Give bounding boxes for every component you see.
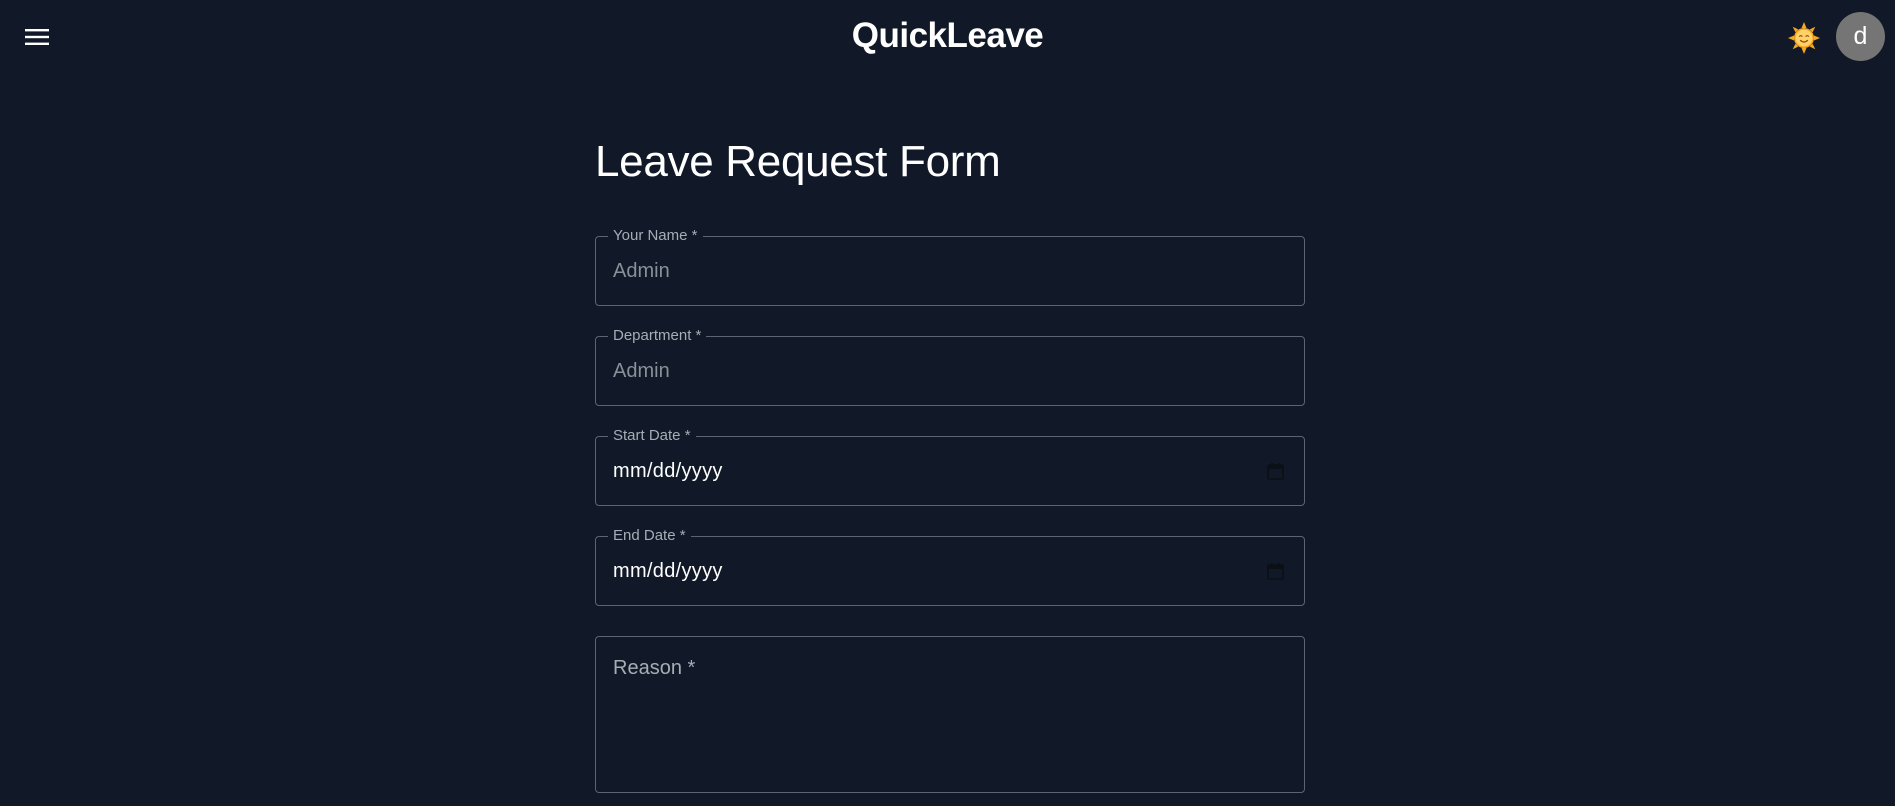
app-title: QuickLeave xyxy=(851,16,1044,55)
leave-request-form: Leave Request Form Your Name * Admin Dep… xyxy=(595,137,1305,793)
department-field[interactable]: Department * Admin xyxy=(595,327,1305,406)
start-date-field-value: mm/dd/yyyy xyxy=(613,460,723,482)
sun-face-icon xyxy=(1788,22,1820,54)
top-app-bar: QuickLeave d xyxy=(0,0,1895,74)
calendar-icon[interactable] xyxy=(1267,563,1284,580)
department-field-value: Admin xyxy=(613,360,670,382)
page-title: Leave Request Form xyxy=(595,137,1001,186)
reason-textarea[interactable]: Reason * xyxy=(595,636,1305,793)
name-field[interactable]: Your Name * Admin xyxy=(595,227,1305,306)
end-date-field-value: mm/dd/yyyy xyxy=(613,560,723,582)
name-field-value: Admin xyxy=(613,260,670,282)
user-avatar[interactable]: d xyxy=(1836,12,1885,61)
end-date-field[interactable]: End Date * mm/dd/yyyy xyxy=(595,527,1305,606)
start-date-field[interactable]: Start Date * mm/dd/yyyy xyxy=(595,427,1305,506)
reason-field-label: Reason * xyxy=(613,657,696,679)
calendar-icon[interactable] xyxy=(1267,463,1284,480)
theme-toggle-button[interactable] xyxy=(1786,20,1822,56)
app-root: QuickLeave d Leave Request Form Your Nam… xyxy=(0,0,1895,806)
